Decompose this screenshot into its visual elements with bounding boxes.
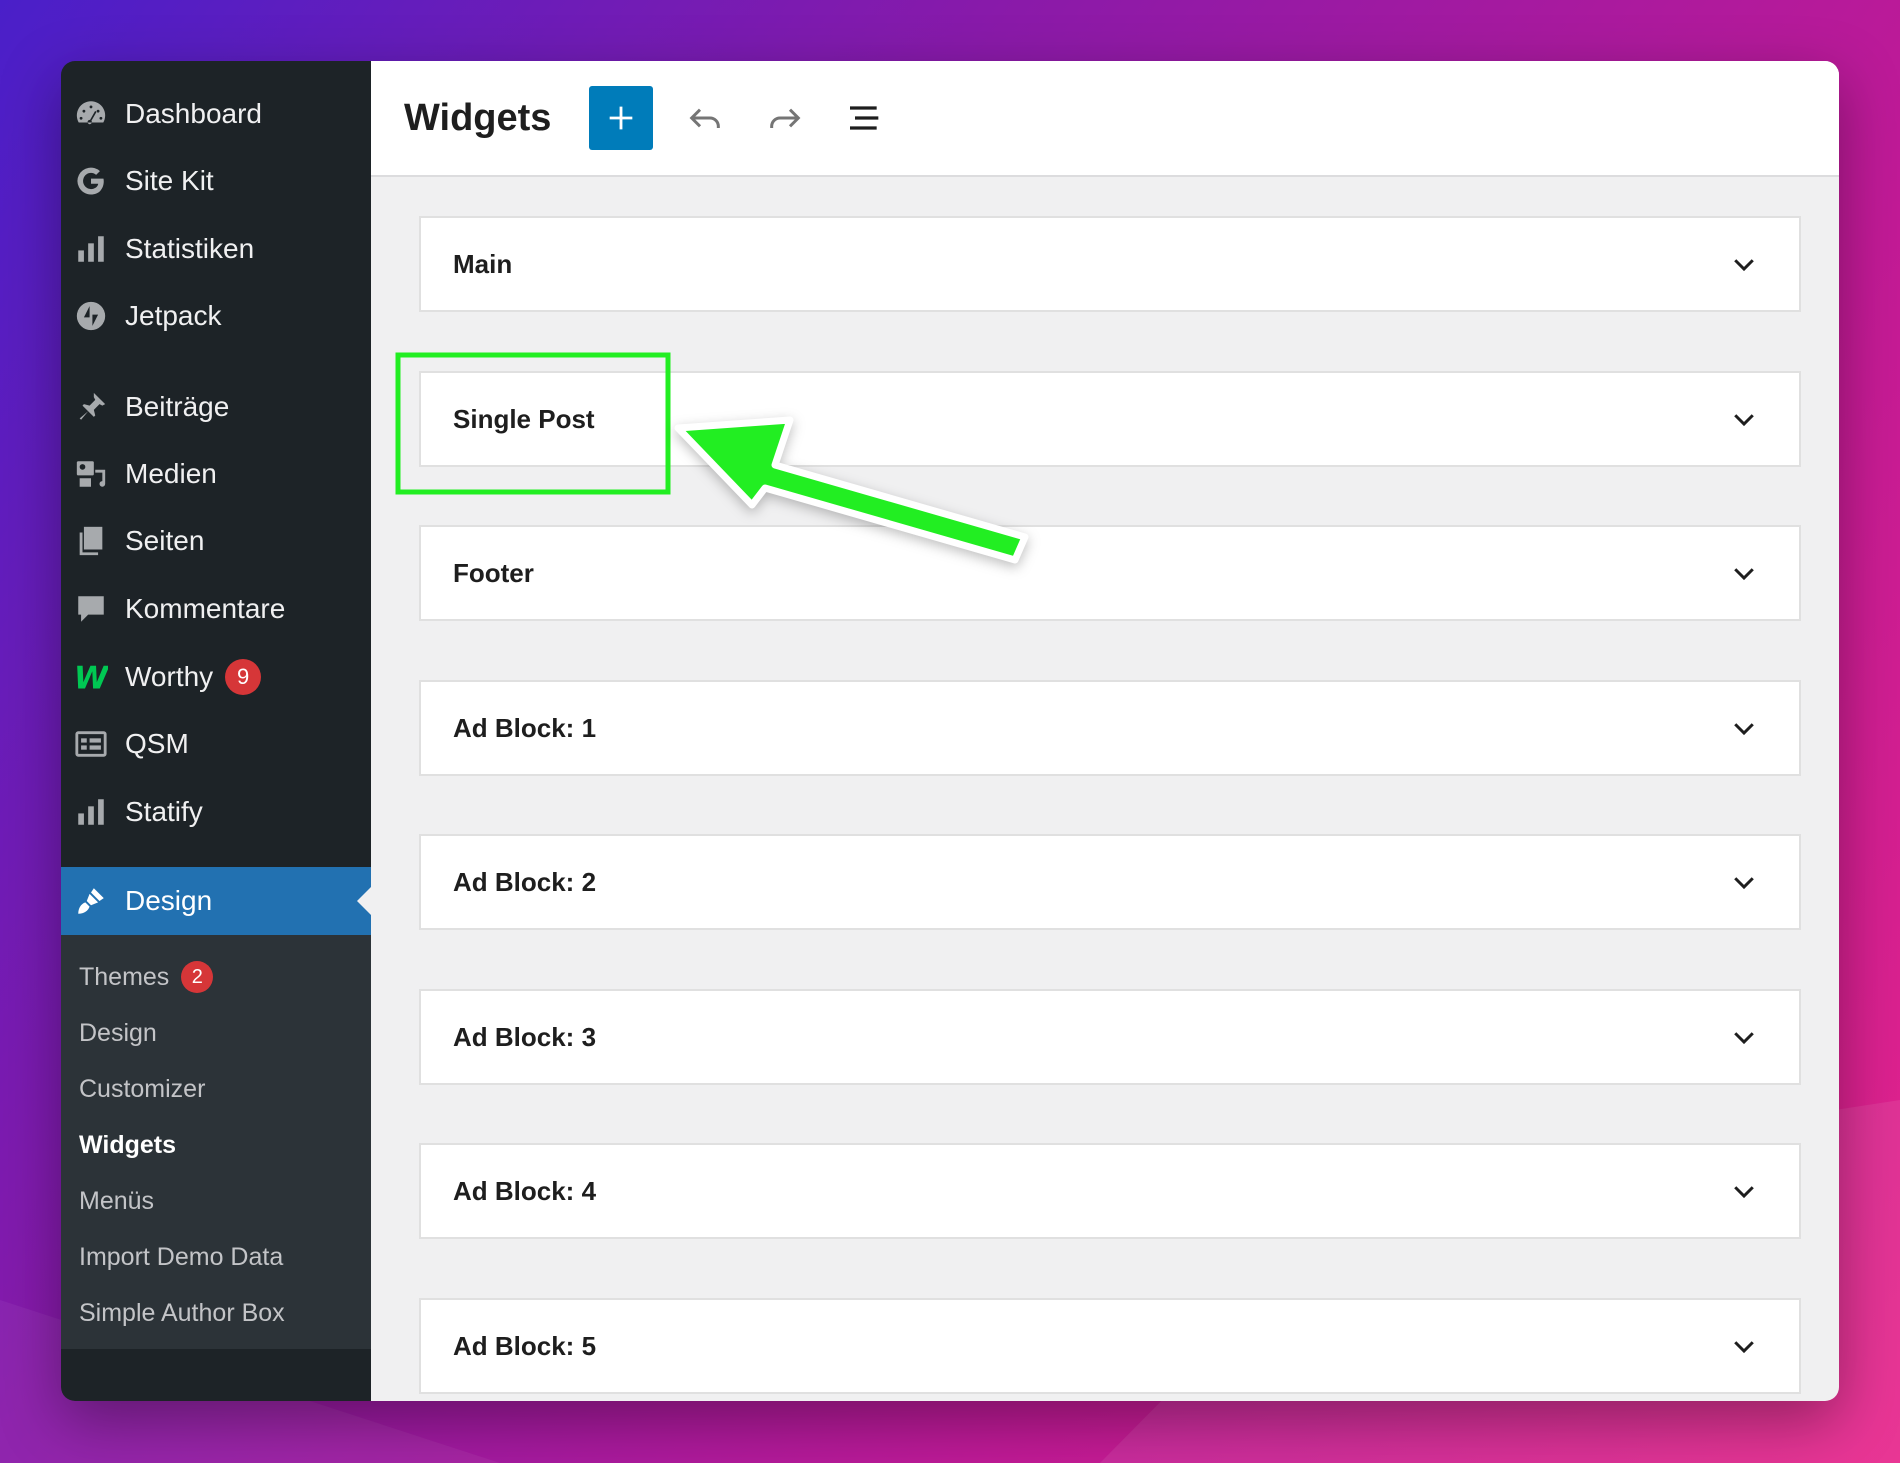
editor-header: Widgets — [371, 61, 1839, 177]
sidebar-item-label: Beiträge — [125, 391, 230, 422]
widget-area-ad-block-4[interactable]: Ad Block: 4 — [419, 1143, 1801, 1239]
chevron-down-icon[interactable] — [1729, 1331, 1759, 1361]
submenu-item-themes[interactable]: Themes 2 — [79, 957, 214, 997]
themes-update-badge: 2 — [181, 961, 214, 993]
sidebar-item-statify[interactable]: Statify — [61, 781, 371, 843]
jetpack-bolt-icon — [73, 298, 109, 334]
active-indicator — [357, 887, 371, 915]
sidebar-item-qsm[interactable]: QSM — [61, 713, 371, 775]
submenu-item-customizer[interactable]: Customizer — [79, 1069, 205, 1109]
list-view-button[interactable] — [837, 90, 893, 146]
svg-text:W: W — [74, 660, 108, 694]
sidebar-item-label: Jetpack — [125, 300, 222, 331]
sidebar-item-label: Dashboard — [125, 98, 262, 129]
sidebar-item-label: Kommentare — [125, 593, 286, 624]
chevron-down-icon[interactable] — [1729, 713, 1759, 743]
widget-area-title: Ad Block: 3 — [453, 1021, 597, 1052]
sidebar-item-statistiken[interactable]: Statistiken — [61, 218, 371, 280]
sidebar-item-label: QSM — [125, 728, 189, 759]
plus-icon — [610, 106, 633, 130]
sidebar-item-label: Seiten — [125, 525, 205, 556]
widget-area-ad-block-3[interactable]: Ad Block: 3 — [419, 989, 1801, 1085]
chevron-down-icon[interactable] — [1729, 558, 1759, 588]
page-title: Widgets — [404, 96, 552, 139]
submenu-item-design[interactable]: Design — [79, 1013, 157, 1053]
sidebar-item-label: Worthy — [125, 661, 214, 692]
dashboard-icon — [73, 96, 109, 132]
bar-chart-icon — [73, 794, 109, 830]
chevron-down-icon[interactable] — [1729, 404, 1759, 434]
chevron-down-icon[interactable] — [1729, 249, 1759, 279]
sidebar-item-seiten[interactable]: Seiten — [61, 510, 371, 572]
widget-area-ad-block-5[interactable]: Ad Block: 5 — [419, 1298, 1801, 1394]
redo-icon — [770, 108, 801, 128]
sidebar-item-label: Statistiken — [125, 233, 255, 264]
admin-sidebar: Dashboard Site Kit Statistiken Jetpack B — [61, 61, 371, 1401]
google-g-icon — [73, 163, 109, 199]
update-count-badge: 9 — [225, 659, 262, 695]
submenu-item-import-demo-data[interactable]: Import Demo Data — [79, 1237, 283, 1277]
submenu-item-menus[interactable]: Menüs — [79, 1181, 154, 1221]
widget-area-title: Ad Block: 1 — [453, 712, 597, 743]
sidebar-item-beitraege[interactable]: Beiträge — [61, 376, 371, 438]
undo-icon — [689, 108, 721, 128]
widget-area-title: Ad Block: 5 — [453, 1330, 597, 1361]
sidebar-item-medien[interactable]: Medien — [61, 443, 371, 505]
widgets-editor: Widgets Main Single Post Footer Ad Block… — [371, 61, 1839, 1401]
widget-area-title: Ad Block: 4 — [453, 1175, 597, 1206]
comment-bubble-icon — [73, 591, 109, 627]
bar-chart-icon — [73, 231, 109, 267]
widget-area-main[interactable]: Main — [419, 216, 1801, 312]
chevron-down-icon[interactable] — [1729, 1022, 1759, 1052]
widget-area-footer[interactable]: Footer — [419, 525, 1801, 621]
widget-area-ad-block-2[interactable]: Ad Block: 2 — [419, 834, 1801, 930]
sidebar-item-jetpack[interactable]: Jetpack — [61, 285, 371, 347]
widget-area-ad-block-1[interactable]: Ad Block: 1 — [419, 680, 1801, 776]
pushpin-icon — [73, 389, 109, 425]
widget-area-title: Ad Block: 2 — [453, 866, 597, 897]
widget-area-title: Footer — [453, 557, 534, 588]
add-block-button[interactable] — [589, 86, 654, 150]
design-submenu: Themes 2 Design Customizer Widgets Menüs… — [61, 935, 371, 1349]
sidebar-item-design[interactable]: Design — [61, 867, 371, 935]
worthy-w-icon: W — [73, 659, 109, 695]
sidebar-item-worthy[interactable]: W Worthy 9 — [61, 646, 371, 708]
sidebar-item-label: Site Kit — [125, 165, 214, 196]
widget-area-title: Single Post — [453, 403, 595, 434]
app-window: Dashboard Site Kit Statistiken Jetpack B — [61, 61, 1839, 1401]
submenu-item-widgets[interactable]: Widgets — [79, 1125, 176, 1165]
widget-area-title: Main — [453, 248, 513, 279]
sidebar-item-label: Design — [125, 885, 213, 916]
sidebar-item-dashboard[interactable]: Dashboard — [61, 83, 371, 145]
redo-button[interactable] — [757, 90, 813, 146]
media-icon — [73, 456, 109, 492]
submenu-item-simple-author-box[interactable]: Simple Author Box — [79, 1293, 285, 1333]
undo-button[interactable] — [677, 90, 733, 146]
widget-area-single-post[interactable]: Single Post — [419, 371, 1801, 467]
sidebar-item-label: Statify — [125, 796, 203, 827]
sidebar-item-site-kit[interactable]: Site Kit — [61, 150, 371, 212]
chevron-down-icon[interactable] — [1729, 1176, 1759, 1206]
qsm-form-icon — [73, 726, 109, 762]
chevron-down-icon[interactable] — [1729, 867, 1759, 897]
list-view-icon — [850, 106, 879, 130]
sidebar-item-kommentare[interactable]: Kommentare — [61, 578, 371, 640]
pages-icon — [73, 523, 109, 559]
sidebar-item-label: Medien — [125, 458, 217, 489]
paintbrush-icon — [73, 883, 109, 919]
